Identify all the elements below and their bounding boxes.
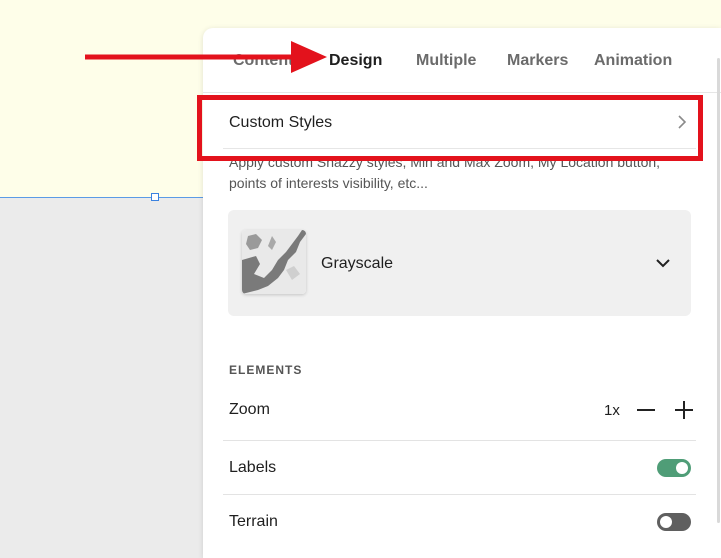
labels-row: Labels xyxy=(223,442,696,495)
map-style-select[interactable]: Grayscale xyxy=(228,210,691,316)
resize-handle[interactable] xyxy=(151,193,159,201)
annotation-arrow-icon xyxy=(85,41,327,73)
terrain-toggle[interactable] xyxy=(657,513,691,531)
toggle-knob xyxy=(676,462,688,474)
terrain-label: Terrain xyxy=(229,513,278,530)
row-divider xyxy=(223,494,696,495)
labels-label: Labels xyxy=(229,459,277,476)
zoom-value: 1x xyxy=(604,402,620,419)
zoom-minus-icon[interactable] xyxy=(635,399,657,421)
tab-multiple[interactable]: Multiple xyxy=(416,52,476,70)
terrain-row: Terrain xyxy=(223,496,696,548)
tab-animation[interactable]: Animation xyxy=(594,52,672,70)
tabs-divider xyxy=(203,92,721,93)
annotation-highlight-box xyxy=(197,95,703,161)
zoom-row: Zoom 1x xyxy=(223,384,696,441)
tab-markers[interactable]: Markers xyxy=(507,52,568,70)
grayscale-map-thumbnail-icon xyxy=(242,230,306,294)
tab-design[interactable]: Design xyxy=(329,52,382,70)
map-style-name: Grayscale xyxy=(321,255,394,272)
chevron-down-icon xyxy=(656,259,670,268)
row-divider xyxy=(223,440,696,441)
zoom-label: Zoom xyxy=(229,401,270,418)
labels-toggle[interactable] xyxy=(657,459,691,477)
toggle-knob xyxy=(660,516,672,528)
elements-section-title: ELEMENTS xyxy=(229,363,303,377)
zoom-plus-icon[interactable] xyxy=(673,399,695,421)
